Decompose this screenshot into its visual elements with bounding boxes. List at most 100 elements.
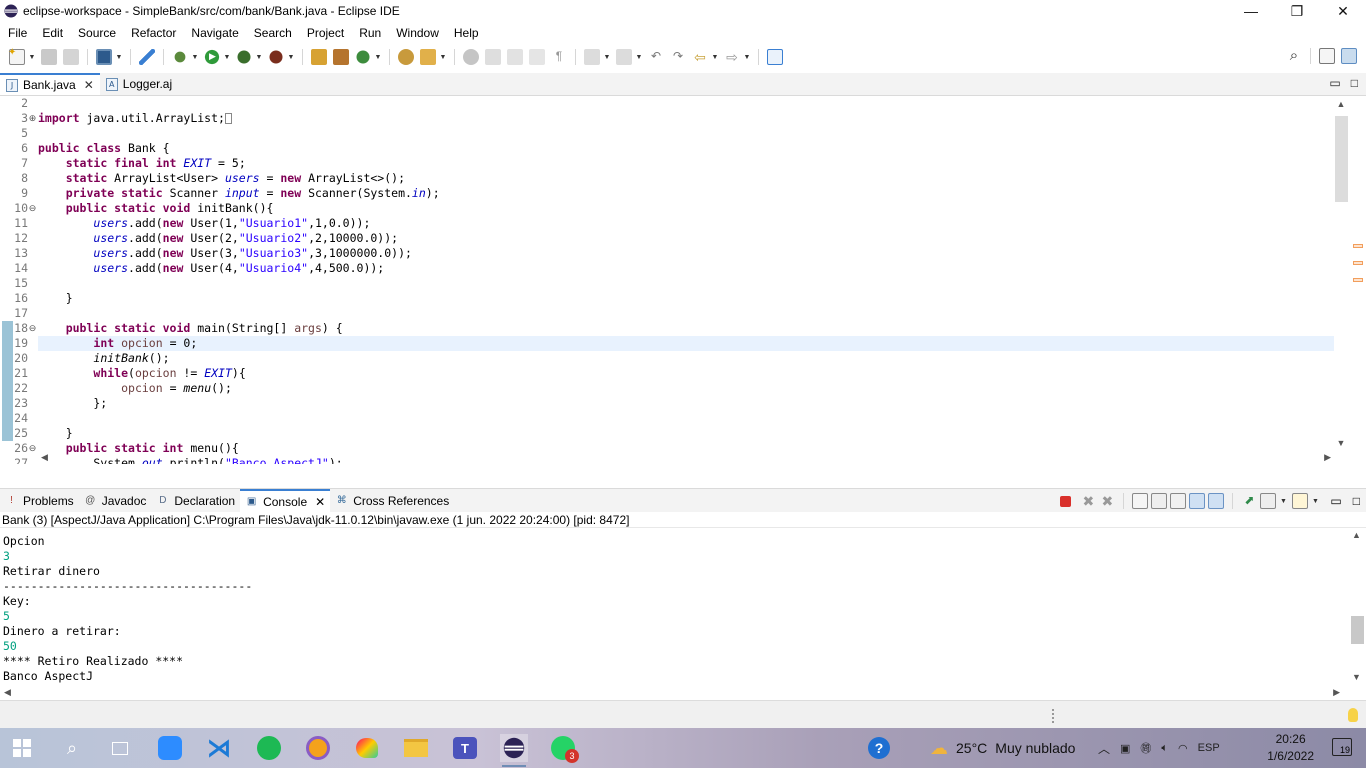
warning-marker[interactable] [1353,261,1363,265]
new-java-project-icon[interactable] [311,49,327,65]
code-line[interactable]: import java.util.ArrayList; [38,111,1334,126]
warning-marker[interactable] [1353,278,1363,282]
editor-vertical-scrollbar[interactable]: ▲ ▼ [1334,96,1348,464]
code-line[interactable] [38,96,1334,111]
previous-annotation-dropdown-icon[interactable]: ▼ [635,49,643,65]
tab-problems[interactable]: ! Problems [0,489,79,512]
skip-breakpoints-icon[interactable] [139,49,155,65]
code-line[interactable]: }; [38,396,1334,411]
eclipse-taskbar-icon[interactable] [500,734,528,767]
fold-toggle-icon[interactable]: ⊕ [28,111,37,126]
save-all-icon[interactable] [63,49,79,65]
warning-marker[interactable] [1353,244,1363,248]
back-dropdown-icon[interactable]: ▼ [711,49,719,65]
code-line[interactable]: users.add(new User(4,"Usuario4",4,500.0)… [38,261,1334,276]
word-wrap-icon[interactable] [529,49,545,65]
tab-javadoc[interactable]: @ Javadoc [79,489,152,512]
close-tab-icon[interactable]: ✕ [315,495,325,509]
menu-window[interactable]: Window [388,26,446,40]
redo-edit-icon[interactable]: ↷ [670,49,686,65]
scroll-down-icon[interactable]: ▼ [1352,672,1361,682]
close-tab-icon[interactable]: ✕ [84,78,94,92]
whatsapp-app-icon[interactable]: 3 [549,734,579,763]
forward-icon[interactable]: ⇨ [724,49,740,65]
toggle-mark-icon[interactable] [463,49,479,65]
scroll-up-icon[interactable]: ▲ [1334,99,1348,109]
code-line[interactable] [38,411,1334,426]
code-text-area[interactable]: import java.util.ArrayList; public class… [38,96,1334,464]
external-tools-icon[interactable] [268,49,284,65]
code-line[interactable]: users.add(new User(3,"Usuario3",3,100000… [38,246,1334,261]
code-line[interactable]: } [38,426,1334,441]
taskbar-clock[interactable]: 20:26 1/6/2022 [1267,731,1314,765]
menu-help[interactable]: Help [446,26,486,40]
vscode-app-icon[interactable]: ⋊ [205,734,233,762]
tab-cross-references[interactable]: ⌘ Cross References [330,489,454,512]
search-tool-dropdown-icon[interactable]: ▼ [439,49,447,65]
maximize-view-icon[interactable]: □ [1353,494,1360,508]
external-tools-dropdown-icon[interactable]: ▼ [287,49,295,65]
next-annotation-icon[interactable] [584,49,600,65]
tab-console[interactable]: ▣ Console ✕ [240,489,331,512]
status-grip[interactable] [1052,709,1056,723]
code-line[interactable]: public static void main(String[] args) { [38,321,1334,336]
scroll-right-icon[interactable]: ▶ [1333,687,1340,698]
previous-annotation-icon[interactable] [616,49,632,65]
chevron-up-icon[interactable]: ︿ [1098,740,1110,757]
fold-toggle-icon[interactable]: ⊖ [28,441,37,456]
new-class-icon[interactable] [355,49,371,65]
minimize-button[interactable]: — [1228,0,1274,22]
tab-declaration[interactable]: D Declaration [151,489,240,512]
search-tool-icon[interactable] [420,49,436,65]
code-line[interactable]: static ArrayList<User> users = new Array… [38,171,1334,186]
console-horizontal-scrollbar[interactable]: ◀ ▶ [0,684,1366,700]
show-on-stdout-icon[interactable] [1189,493,1206,509]
code-line[interactable] [38,306,1334,321]
fold-toggle-icon[interactable]: ⊖ [28,201,37,216]
code-line[interactable]: users.add(new User(1,"Usuario1",1,0.0)); [38,216,1334,231]
minimize-editor-icon[interactable]: ▭ [1329,76,1340,90]
menu-edit[interactable]: Edit [34,26,70,40]
tab-bank-java[interactable]: J Bank.java ✕ [0,73,100,95]
fold-toggle-icon[interactable]: ⊖ [28,321,37,336]
new-icon[interactable]: ✦ [8,47,25,65]
open-perspective-icon[interactable] [1319,48,1335,64]
menu-file[interactable]: File [0,26,34,40]
code-line[interactable]: initBank(); [38,351,1334,366]
block-selection-icon[interactable] [507,49,523,65]
teams-app-icon[interactable]: T [451,734,479,762]
last-edit-icon[interactable]: ↶ [648,49,664,65]
weather-widget[interactable]: ☁ 25°C Muy nublado [930,728,1075,768]
next-annotation-dropdown-icon[interactable]: ▼ [603,49,611,65]
search-icon[interactable]: ⌕ [1286,48,1302,64]
minimize-view-icon[interactable]: ▭ [1330,494,1341,508]
show-whitespace-icon[interactable]: ¶ [551,49,567,65]
scroll-right-icon[interactable]: ▶ [1324,452,1331,463]
open-console-icon[interactable] [1292,493,1309,509]
language-indicator[interactable]: ESP [1198,742,1220,754]
console-vertical-scrollbar[interactable]: ▲ ▼ [1348,528,1366,684]
scroll-down-icon[interactable]: ▼ [1334,438,1348,448]
paint-app-icon[interactable] [353,734,381,762]
scroll-up-icon[interactable]: ▲ [1352,530,1361,540]
save-icon[interactable] [41,49,57,65]
display-console-dropdown-icon[interactable]: ▼ [1279,493,1287,509]
remove-launch-icon[interactable]: ✖ [1080,493,1096,509]
task-view-icon[interactable] [106,734,134,762]
run-icon[interactable]: ▶ [204,49,220,65]
code-line[interactable]: public class Bank { [38,141,1334,156]
clear-console-icon[interactable] [1132,493,1149,509]
code-line[interactable]: int opcion = 0; [38,336,1334,351]
new-package-icon[interactable] [333,49,349,65]
highlight-icon[interactable] [485,49,501,65]
code-line[interactable] [38,276,1334,291]
scroll-left-icon[interactable]: ◀ [4,687,11,698]
ime-icon[interactable]: ㉄ [1140,740,1151,756]
pin-editor-icon[interactable] [767,49,783,65]
scroll-lock-icon[interactable] [1151,493,1168,509]
forward-dropdown-icon[interactable]: ▼ [743,49,751,65]
remove-all-launches-icon[interactable]: ✖ [1099,493,1115,509]
code-line[interactable]: while(opcion != EXIT){ [38,366,1334,381]
code-line[interactable]: static final int EXIT = 5; [38,156,1334,171]
menu-refactor[interactable]: Refactor [123,26,183,40]
